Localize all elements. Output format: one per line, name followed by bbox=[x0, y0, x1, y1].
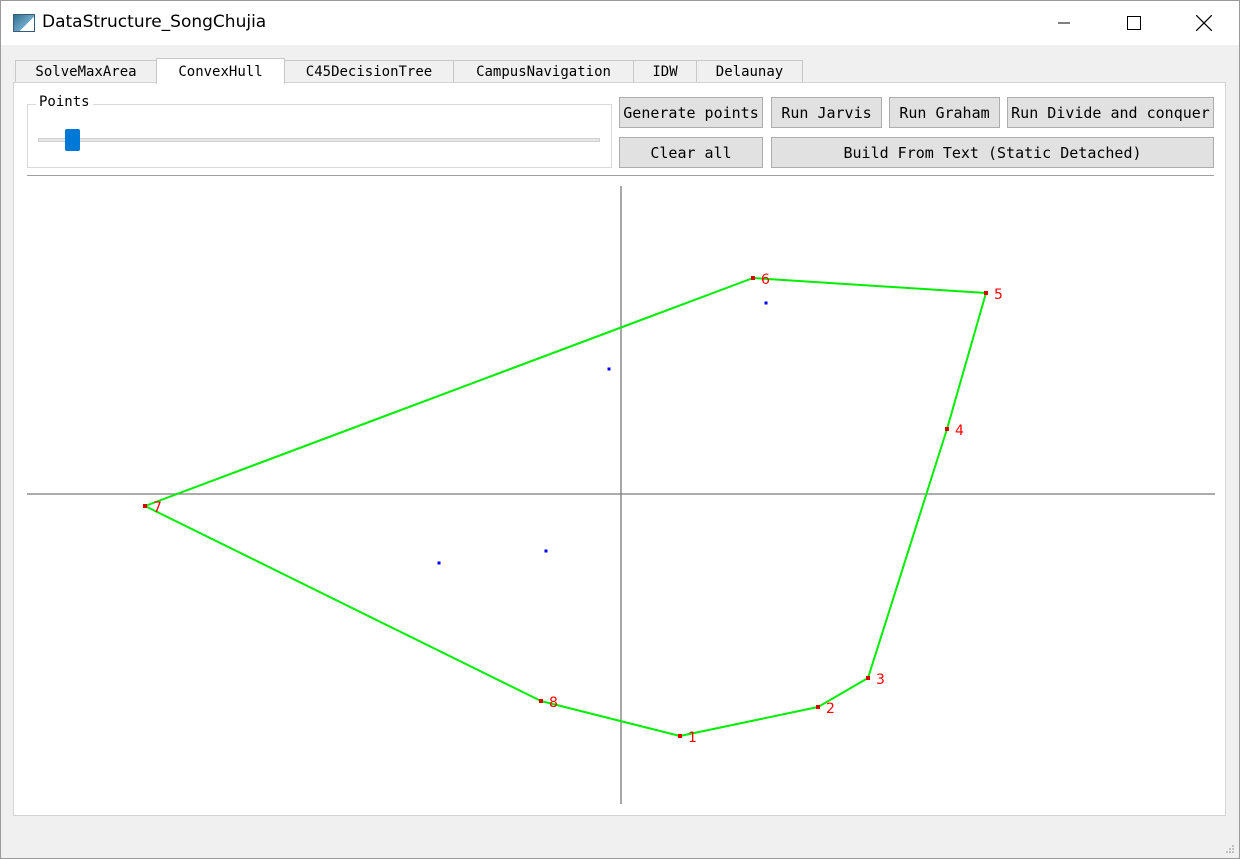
close-button[interactable] bbox=[1169, 1, 1239, 45]
points-slider-handle[interactable] bbox=[65, 129, 81, 151]
minimize-button[interactable] bbox=[1029, 1, 1099, 45]
hull-point bbox=[945, 427, 949, 431]
points-slider-track[interactable] bbox=[38, 138, 600, 142]
hull-point bbox=[751, 276, 755, 280]
hull-edge bbox=[752, 277, 987, 294]
close-icon bbox=[1196, 15, 1212, 31]
run-jarvis-button[interactable]: Run Jarvis bbox=[771, 97, 882, 128]
hull-point-label: 2 bbox=[826, 701, 835, 717]
inner-point bbox=[607, 367, 611, 371]
convex-hull-canvas[interactable]: 1 2 3 4 5 6 7 8 bbox=[26, 184, 1215, 809]
run-graham-button[interactable]: Run Graham bbox=[889, 97, 1000, 128]
hull-point bbox=[143, 504, 147, 508]
clear-all-button[interactable]: Clear all bbox=[619, 137, 763, 168]
hull-edge bbox=[144, 277, 754, 507]
tab-convexhull[interactable]: ConvexHull bbox=[156, 58, 285, 84]
tab-campusnavigation[interactable]: CampusNavigation bbox=[453, 60, 634, 83]
hull-point-label: 3 bbox=[876, 672, 885, 688]
title-bar: DataStructure_SongChujia bbox=[1, 1, 1239, 45]
tab-solvemaxarea[interactable]: SolveMaxArea bbox=[15, 60, 157, 83]
hull-edge bbox=[946, 292, 987, 430]
maximize-button[interactable] bbox=[1099, 1, 1169, 45]
resize-grip-icon[interactable] bbox=[1225, 844, 1235, 854]
tab-idw[interactable]: IDW bbox=[633, 60, 697, 83]
hull-point bbox=[539, 699, 543, 703]
hull-edge bbox=[679, 706, 819, 737]
hull-edge bbox=[540, 700, 681, 737]
hull-point-label: 5 bbox=[994, 287, 1003, 303]
tab-c45decisiontree[interactable]: C45DecisionTree bbox=[284, 60, 454, 83]
hull-point bbox=[866, 676, 870, 680]
convexhull-panel: Points Generate points Run Jarvis Run Gr… bbox=[13, 82, 1226, 816]
app-window: DataStructure_SongChujia SolveMaxArea Co… bbox=[0, 0, 1240, 859]
generate-points-button[interactable]: Generate points bbox=[619, 97, 763, 128]
run-divide-conquer-button[interactable]: Run Divide and conquer bbox=[1007, 97, 1214, 128]
minimize-icon bbox=[1058, 22, 1070, 24]
hull-point-label: 8 bbox=[549, 695, 558, 711]
hull-point bbox=[678, 734, 682, 738]
hull-point-label: 6 bbox=[761, 272, 770, 288]
inner-point bbox=[437, 561, 441, 565]
app-icon bbox=[13, 14, 35, 32]
toolbar-separator bbox=[27, 175, 1214, 176]
inner-point bbox=[764, 301, 768, 305]
build-from-text-button[interactable]: Build From Text (Static Detached) bbox=[771, 137, 1214, 168]
hull-point-label: 4 bbox=[955, 423, 964, 439]
hull-point bbox=[984, 291, 988, 295]
hull-point-label: 1 bbox=[688, 730, 697, 746]
hull-edge bbox=[144, 505, 542, 702]
hull-point bbox=[816, 705, 820, 709]
maximize-icon bbox=[1127, 16, 1141, 30]
window-title: DataStructure_SongChujia bbox=[42, 12, 267, 32]
tab-delaunay[interactable]: Delaunay bbox=[696, 60, 803, 83]
inner-point bbox=[544, 549, 548, 553]
points-group-title: Points bbox=[36, 94, 93, 110]
hull-point-label: 7 bbox=[153, 500, 162, 516]
points-groupbox: Points bbox=[27, 94, 612, 168]
hull-edge bbox=[867, 428, 948, 679]
